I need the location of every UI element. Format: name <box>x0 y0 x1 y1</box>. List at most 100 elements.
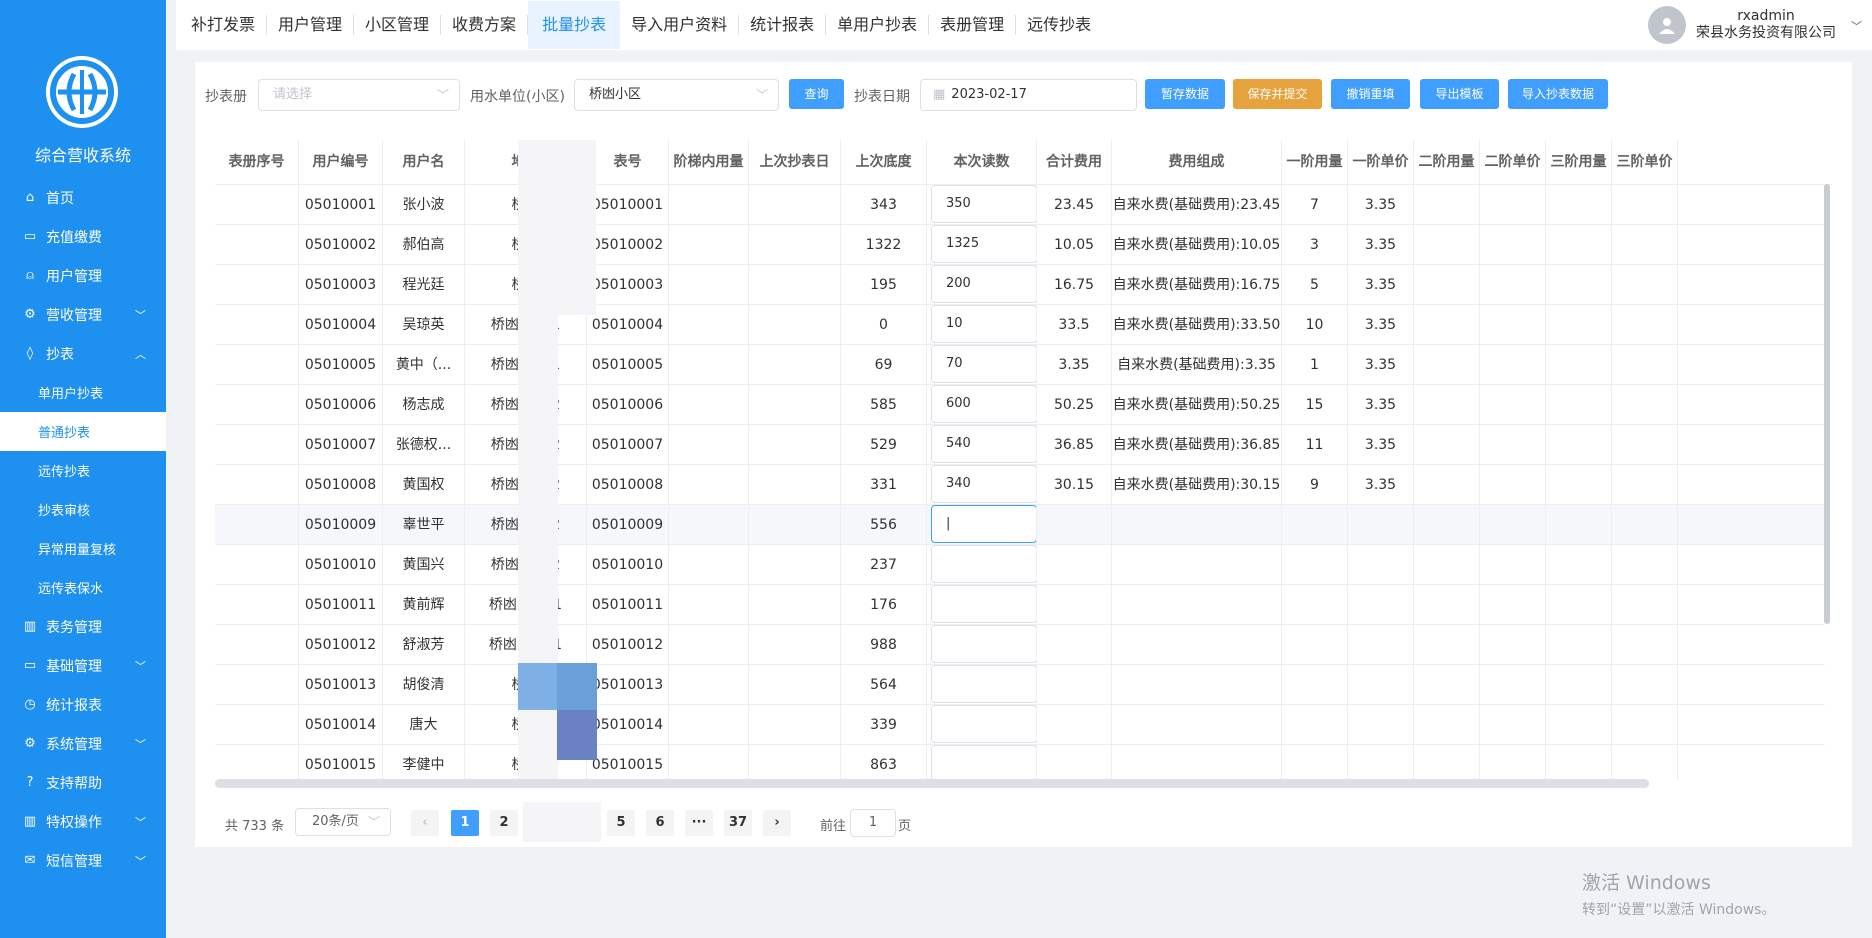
tab-charge-plan[interactable]: 收费方案 <box>441 15 529 35</box>
table-row[interactable]: 05010005黄中（...桥凼 --6010501000569703.35自来… <box>215 345 1825 385</box>
query-button[interactable]: 查询 <box>789 79 844 109</box>
cell-tier3-qty <box>1546 665 1612 705</box>
tab-book-management[interactable]: 表册管理 <box>929 15 1017 35</box>
sidebar-subitem-reading-review[interactable]: 抄表审核 <box>0 490 166 529</box>
cell-seq <box>215 465 299 505</box>
avatar <box>1648 6 1686 44</box>
import-reading-button[interactable]: 导入抄表数据 <box>1508 79 1608 109</box>
tab-remote-reading[interactable]: 远传抄表 <box>1016 15 1102 35</box>
sidebar-item-recharge[interactable]: ▭ 充值缴费 <box>0 217 166 256</box>
current-reading-input[interactable]: 350 <box>931 185 1036 223</box>
sidebar-item-meter-reading[interactable]: ◊ 抄表 ︿ <box>0 334 166 373</box>
current-reading-input[interactable] <box>931 665 1036 703</box>
page-5[interactable]: 5 <box>607 810 635 836</box>
chevron-down-icon: ﹀ <box>135 855 146 868</box>
table-row[interactable]: 05010015李健中桥凼05010015863 <box>215 745 1825 780</box>
prev-page-button[interactable]: ‹ <box>411 810 439 836</box>
date-picker[interactable]: ▦ 2023-02-17 <box>920 79 1137 111</box>
table-row[interactable]: 05010011黄前辉桥凼 2-20105010011176 <box>215 585 1825 625</box>
cell-user-name: 唐大 <box>383 705 465 745</box>
tab-community-management[interactable]: 小区管理 <box>354 15 442 35</box>
goto-page-input[interactable]: 1 <box>850 809 896 837</box>
unit-select[interactable]: 桥凼小区 ﹀ <box>574 79 779 111</box>
current-reading-input[interactable]: 1325 <box>931 225 1036 263</box>
sidebar-subitem-abnormal-review[interactable]: 异常用量复核 <box>0 529 166 568</box>
cell-tier-usage <box>669 265 749 305</box>
sidebar-item-revenue[interactable]: ⚙ 营收管理 ﹀ <box>0 295 166 334</box>
page-1[interactable]: 1 <box>451 810 479 836</box>
cell-tier1-qty: 11 <box>1282 425 1348 465</box>
current-reading-input[interactable]: 10 <box>931 305 1036 343</box>
table-row[interactable]: 05010008黄国权桥凼 --4020501000833134030.15自来… <box>215 465 1825 505</box>
horizontal-scrollbar[interactable] <box>215 779 1649 788</box>
current-reading-input[interactable]: 70 <box>931 345 1036 383</box>
vertical-scrollbar[interactable] <box>1824 184 1830 624</box>
page-size-select[interactable]: 20条/页 ﹀ <box>295 808 391 836</box>
sidebar-subitem-remote-water[interactable]: 远传表保水 <box>0 568 166 607</box>
export-template-button[interactable]: 导出模板 <box>1420 79 1499 109</box>
current-reading-input[interactable]: 600 <box>931 385 1036 423</box>
table-row[interactable]: 05010007张德权...桥凼 --3020501000752954036.8… <box>215 425 1825 465</box>
next-page-button[interactable]: › <box>763 810 791 836</box>
current-reading-input[interactable] <box>931 705 1036 743</box>
cell-last-date <box>749 545 841 585</box>
current-reading-input[interactable] <box>931 625 1036 663</box>
cell-tier2-price <box>1480 705 1546 745</box>
main-panel: 抄表册 请选择 ﹀ 用水单位(小区) 桥凼小区 ﹀ 查询 抄表日期 ▦ 2023-02… <box>195 62 1852 847</box>
cell-seq <box>215 625 299 665</box>
current-reading-input[interactable] <box>931 545 1036 583</box>
table-row[interactable]: 05010014唐大桥凼05010014339 <box>215 705 1825 745</box>
page-2[interactable]: 2 <box>490 810 518 836</box>
table-row[interactable]: 05010013胡俊清桥凼05010013564 <box>215 665 1825 705</box>
table-row[interactable]: 05010006杨志成桥凼 --2020501000658560050.25自来… <box>215 385 1825 425</box>
sidebar-item-system[interactable]: ⚙ 系统管理 ﹀ <box>0 724 166 763</box>
undo-refill-button[interactable]: 撤销重填 <box>1331 79 1410 109</box>
table-row[interactable]: 05010012舒淑芳桥凼 2-30105010012988 <box>215 625 1825 665</box>
current-reading-input[interactable]: 540 <box>931 425 1036 463</box>
sidebar-item-meter-management[interactable]: ▥ 表务管理 <box>0 607 166 646</box>
cell-current-reading: 350 <box>927 185 1037 225</box>
table-row[interactable]: 05010003程光廷桥凼0501000319520016.75自来水费(基础费… <box>215 265 1825 305</box>
page-37[interactable]: 37 <box>724 810 752 836</box>
current-reading-input[interactable] <box>931 745 1036 780</box>
current-reading-input[interactable]: | <box>931 505 1036 543</box>
page-6[interactable]: 6 <box>646 810 674 836</box>
sidebar-item-privilege[interactable]: ▥ 特权操作 ﹀ <box>0 802 166 841</box>
table-row[interactable]: 05010009辜世平桥凼 --50205010009556| <box>215 505 1825 545</box>
save-draft-button[interactable]: 暂存数据 <box>1145 79 1225 109</box>
tab-statistics[interactable]: 统计报表 <box>739 15 827 35</box>
tab-single-reading[interactable]: 单用户抄表 <box>826 15 930 35</box>
cell-tier3-qty <box>1546 465 1612 505</box>
sidebar-item-home[interactable]: ⌂ 首页 <box>0 178 166 217</box>
tab-batch-reading[interactable]: 批量抄表 <box>528 1 621 49</box>
sidebar-subitem-single-reading[interactable]: 单用户抄表 <box>0 373 166 412</box>
user-menu[interactable]: rxadmin 荣县水务投资有限公司 ﹀ <box>1648 6 1862 44</box>
current-reading-input[interactable] <box>931 585 1036 623</box>
cell-last-date <box>749 665 841 705</box>
table-row[interactable]: 05010004吴琼英桥凼 --5010501000401033.5自来水费(基… <box>215 305 1825 345</box>
sidebar-item-sms[interactable]: ✉ 短信管理 ﹀ <box>0 841 166 880</box>
current-reading-input[interactable]: 340 <box>931 465 1036 503</box>
book-select[interactable]: 请选择 ﹀ <box>258 79 460 111</box>
tab-user-management[interactable]: 用户管理 <box>267 15 355 35</box>
page-ellipsis[interactable]: ··· <box>685 810 713 836</box>
user-info: rxadmin 荣县水务投资有限公司 <box>1696 8 1836 42</box>
sidebar-subitem-remote-reading[interactable]: 远传抄表 <box>0 451 166 490</box>
table-row[interactable]: 05010010黄国兴桥凼 --60205010010237 <box>215 545 1825 585</box>
cell-tier2-qty <box>1414 705 1480 745</box>
sidebar-subitem-normal-reading[interactable]: 普通抄表 <box>0 412 166 451</box>
table-row[interactable]: 05010002郝伯高桥凼050100021322132510.05自来水费(基… <box>215 225 1825 265</box>
sidebar-item-users[interactable]: ⍝ 用户管理 <box>0 256 166 295</box>
sidebar-item-statistics[interactable]: ◷ 统计报表 <box>0 685 166 724</box>
tab-import-users[interactable]: 导入用户资料 <box>620 15 740 35</box>
tab-reprint-invoice[interactable]: 补打发票 <box>180 15 268 35</box>
cell-tier3-price <box>1612 385 1678 425</box>
cell-tier1-qty <box>1282 705 1348 745</box>
current-reading-input[interactable]: 200 <box>931 265 1036 303</box>
table-row[interactable]: 05010001张小波桥凼0501000134335023.45自来水费(基础费… <box>215 185 1825 225</box>
cell-tier2-price <box>1480 545 1546 585</box>
cell-tier3-price <box>1612 625 1678 665</box>
save-submit-button[interactable]: 保存并提交 <box>1233 79 1322 109</box>
sidebar-item-basic-management[interactable]: ▭ 基础管理 ﹀ <box>0 646 166 685</box>
sidebar-item-help[interactable]: ? 支持帮助 <box>0 763 166 802</box>
